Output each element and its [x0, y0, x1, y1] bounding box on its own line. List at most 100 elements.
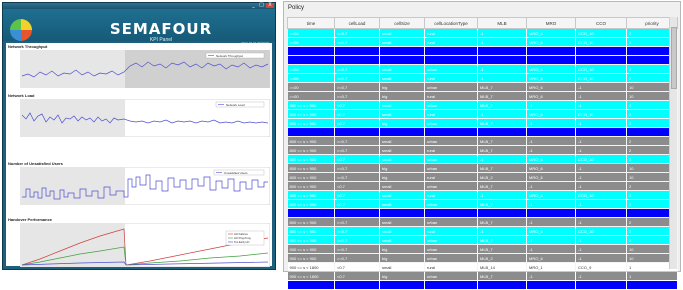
- table-cell: <0.7: [334, 271, 380, 281]
- table-row[interactable]: 800 <= s < 900 >=0.7 big urban MLB_7 MRO_6 -1 1…: [287, 163, 678, 173]
- table-cell: -1: [477, 190, 527, 200]
- table-cell: small: [379, 226, 425, 236]
- table-cell: MRO_1: [526, 262, 576, 272]
- table-cell: small: [379, 199, 425, 209]
- table-cell: -1: [477, 109, 527, 119]
- close-button[interactable]: X: [266, 3, 274, 8]
- table-cell: [287, 46, 335, 56]
- policy-table[interactable]: time cellLoad cellSize cellLocationType …: [287, 17, 678, 290]
- table-cell: -1: [477, 37, 527, 47]
- table-row[interactable]: >=00 >=0.7 small rural -1 MRO_6 CCO_10 2: [287, 73, 678, 83]
- table-row[interactable]: 900 <= s < 900 >=0.7 big urban MLB_7 -1 -1 10: [287, 244, 678, 254]
- panel-title: Number of Unsatisfied Users: [8, 161, 63, 166]
- table-cell: urban: [424, 217, 478, 227]
- table-row[interactable]: 800 <= s < 900 <0.7 small urban MLB_7 -1 -1 2: [287, 181, 678, 191]
- table-cell: >=00: [287, 37, 335, 47]
- table-cell: [575, 55, 627, 65]
- column-header-celllocationtype[interactable]: cellLocationType: [424, 17, 478, 29]
- table-row[interactable]: 800 <= s < 900 >=0.7 big rural MLB_2 MRO_6 -1 1…: [287, 172, 678, 182]
- table-cell: 800 <= s < 900: [287, 154, 335, 164]
- table-row[interactable]: >=00 <=0.7 small rural -1 MRO_6 CCO_10 2: [287, 37, 678, 47]
- table-cell: >=00: [287, 28, 335, 38]
- column-header-mro[interactable]: MRO: [526, 17, 576, 29]
- maximize-button[interactable]: □: [258, 3, 265, 8]
- table-cell: >=00: [287, 91, 335, 101]
- table-cell: MRO_6: [526, 28, 576, 38]
- column-header-mlb[interactable]: MLB: [477, 17, 527, 29]
- table-row[interactable]: >=00 >=0.7 small urban -1 MRO_6 CCO_10 2: [287, 64, 678, 74]
- table-row[interactable]: 900 <= s < 900 >=0.7 small urban MLB_7 -1 -1 2: [287, 235, 678, 245]
- kpi-charts-area: Network Throughput Network Throughput Ne…: [6, 43, 272, 269]
- table-cell: >=0.7: [334, 163, 380, 173]
- column-header-cellsize[interactable]: cellSize: [379, 17, 425, 29]
- table-cell: urban: [424, 136, 478, 146]
- table-cell: [575, 208, 627, 218]
- table-row[interactable]: 800 <= s < 900 >=0.7 small urban MLB_7 -1 -1 2: [287, 217, 678, 227]
- legend-label: Unsatisfied Users: [224, 171, 248, 175]
- column-header-cellload[interactable]: cellLoad: [334, 17, 380, 29]
- table-cell: [526, 127, 576, 137]
- table-row[interactable]: 800 <= s < 900 <0.7 small urban MLB_7 -1 -1 2: [287, 199, 678, 209]
- handover-panel: Handover Performance HO Failures HO Ping…: [6, 217, 272, 269]
- table-cell: big: [379, 253, 425, 263]
- table-cell: >=0.7: [334, 235, 380, 245]
- table-row[interactable]: 800 <= s < 900 >=0.7 small rural MLB_7 -1 -1 2: [287, 145, 678, 155]
- table-row[interactable]: >=00 >=0.7 big rural MLB_7 MRO_6 -1 10: [287, 91, 678, 101]
- scrollbar-thumb[interactable]: [671, 27, 677, 89]
- table-cell: MRO_6: [526, 172, 576, 182]
- table-cell: small: [379, 262, 425, 272]
- table-cell: -1: [526, 235, 576, 245]
- table-row[interactable]: [287, 46, 678, 56]
- table-row[interactable]: [287, 280, 678, 290]
- table-cell: small: [379, 73, 425, 83]
- table-row[interactable]: 900 <= s < 1800 <0.7 small rural MLB_14 MRO_1…: [287, 262, 678, 272]
- table-cell: -1: [477, 154, 527, 164]
- table-cell: 1: [626, 271, 678, 281]
- table-cell: big: [379, 163, 425, 173]
- table-row[interactable]: >=00 >=0.7 big urban MLB_7 MRO_6 -1 10: [287, 82, 678, 92]
- table-cell: [379, 280, 425, 290]
- table-row[interactable]: 800 <= s < 900 >=0.7 small rural -1 MRO_6 CCO_…: [287, 226, 678, 236]
- table-row[interactable]: 900 <= s < 900 >=0.7 big urban MLB_2 MRO_6 -1 1…: [287, 253, 678, 263]
- table-cell: <0.7: [334, 118, 380, 128]
- table-cell: -1: [575, 163, 627, 173]
- table-row[interactable]: 800 <= s < 900 <0.7 small urban -1 MRO_6 CCO_1…: [287, 154, 678, 164]
- table-row[interactable]: 800 <= s < 900 <0.7 small rural -1 MRO_6 CCO_1…: [287, 109, 678, 119]
- column-header-time[interactable]: time: [287, 17, 335, 29]
- minimize-button[interactable]: _: [250, 3, 257, 8]
- table-cell: MLB_7: [477, 82, 527, 92]
- table-cell: -1: [575, 91, 627, 101]
- table-row[interactable]: [287, 208, 678, 218]
- semafour-logo-icon: [10, 19, 32, 41]
- table-cell: >=00: [287, 73, 335, 83]
- table-cell: [626, 280, 678, 290]
- table-cell: -1: [575, 271, 627, 281]
- table-cell: [477, 55, 527, 65]
- table-cell: -1: [526, 217, 576, 227]
- table-row[interactable]: [287, 127, 678, 137]
- table-row[interactable]: 800 <= s < 900 <0.7 small urban MLB_7 -1 -1 2: [287, 100, 678, 110]
- table-row[interactable]: 900 <= s < 1800 <0.7 big urban MLB_7 -1 -1 1: [287, 271, 678, 281]
- table-row[interactable]: [287, 55, 678, 65]
- table-cell: rural: [424, 109, 478, 119]
- table-cell: [575, 46, 627, 56]
- table-cell: <0.7: [334, 109, 380, 119]
- table-row[interactable]: >=00 <=0.7 small rural -1 MRO_6 CCO_10 2: [287, 28, 678, 38]
- table-cell: -1: [575, 118, 627, 128]
- table-cell: urban: [424, 181, 478, 191]
- load-panel: Network Load Network Load: [6, 93, 272, 141]
- table-row[interactable]: 800 <= s < 900 >=0.7 small urban MLB_7 -1 -1 2: [287, 136, 678, 146]
- table-row[interactable]: 800 <= s < 900 <0.7 big urban MLB_7 -1 -1 2: [287, 118, 678, 128]
- table-cell: urban: [424, 163, 478, 173]
- table-cell: CCO_10: [575, 73, 627, 83]
- column-header-cco[interactable]: CCO: [575, 17, 627, 29]
- table-cell: -1: [526, 136, 576, 146]
- table-cell: MLB_7: [477, 235, 527, 245]
- table-row[interactable]: 800 <= s < 900 <0.7 small rural -1 MRO_6 CCO_1…: [287, 190, 678, 200]
- table-cell: 800 <= s < 900: [287, 136, 335, 146]
- table-cell: MLB_7: [477, 217, 527, 227]
- table-cell: >=0.7: [334, 136, 380, 146]
- vertical-scrollbar[interactable]: [669, 17, 677, 269]
- table-cell: >=0.7: [334, 145, 380, 155]
- table-cell: -1: [526, 181, 576, 191]
